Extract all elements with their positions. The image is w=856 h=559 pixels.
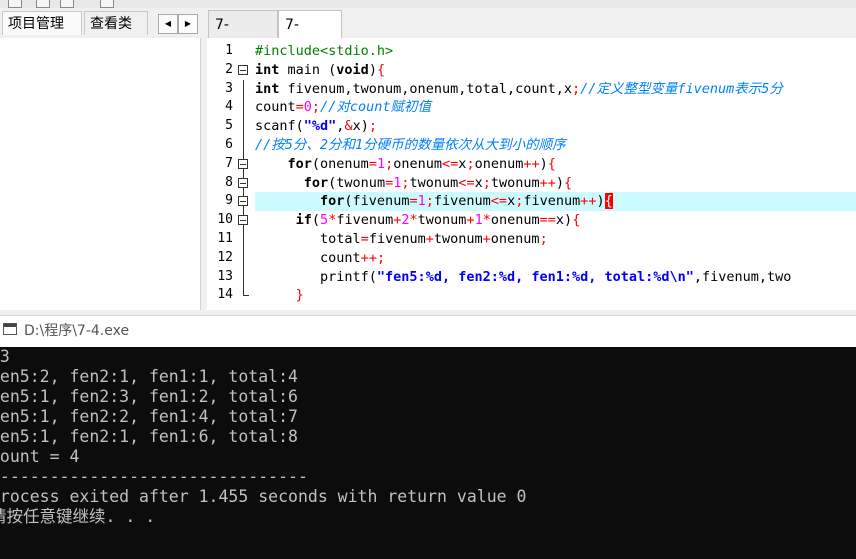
arrow-right-icon: ▶: [184, 19, 192, 28]
console-window-title: D:\程序\7-4.exe: [24, 323, 130, 339]
line-number: 6: [225, 136, 233, 152]
line-number: 4: [225, 99, 233, 115]
code-line[interactable]: }: [255, 286, 856, 305]
toolbar-button[interactable]: [36, 0, 50, 8]
code-line[interactable]: int main (void){: [255, 61, 856, 80]
code-line[interactable]: printf("fen5:%d, fen2:%d, fen1:%d, total…: [255, 268, 856, 287]
line-number: 13: [217, 268, 233, 284]
line-number-gutter: 1 2 3 4 5 6 7 8 9 10 11 12 13 14: [207, 42, 233, 305]
code-line[interactable]: //按5分、2分和1分硬币的数量依次从大到小的顺序: [255, 136, 856, 155]
console-line: fen5:1, fen2:2, fen1:4, total:7: [0, 407, 298, 426]
toolbar-button[interactable]: [100, 0, 114, 8]
console-line: fen5:2, fen2:1, fen1:1, total:4: [0, 367, 298, 386]
code-line[interactable]: int fivenum,twonum,onenum,total,count,x;…: [255, 80, 856, 99]
fold-end-icon: [234, 286, 254, 305]
console-output: 13 fen5:2, fen2:1, fen1:1, total:4 fen5:…: [0, 347, 856, 559]
code-line[interactable]: for(onenum=1;onenum<=x;onenum++){: [255, 155, 856, 174]
fold-collapse-icon[interactable]: [234, 61, 254, 80]
line-number: 11: [217, 230, 233, 246]
code-line[interactable]: count++;: [255, 249, 856, 268]
console-line: --------------------------------: [0, 467, 308, 486]
console-line: Process exited after 1.455 seconds with …: [0, 487, 527, 506]
console-line: 请按任意键继续. . .: [0, 507, 156, 526]
line-number: 7: [225, 155, 233, 171]
console-line: 13: [0, 347, 10, 366]
tab-scroll-left-button[interactable]: ◀: [158, 14, 178, 34]
fold-collapse-icon[interactable]: [234, 173, 254, 193]
fold-collapse-icon[interactable]: [234, 211, 254, 230]
line-number: 12: [217, 249, 233, 265]
fold-collapse-icon[interactable]: [234, 192, 254, 212]
line-number: 8: [225, 174, 233, 190]
line-number: 9: [225, 193, 233, 209]
code-line[interactable]: if(5*fivenum+2*twonum+1*onenum==x){: [255, 211, 856, 230]
arrow-left-icon: ◀: [164, 19, 172, 28]
code-area[interactable]: #include<stdio.h> int main (void){int fiv…: [255, 42, 856, 305]
code-line[interactable]: count=0;//对count赋初值: [255, 98, 856, 117]
line-number: 10: [217, 212, 233, 228]
line-number: 2: [225, 61, 233, 77]
code-line[interactable]: #include<stdio.h>: [255, 42, 856, 61]
tab-project-management[interactable]: 项目管理: [2, 11, 82, 35]
line-number: 3: [225, 80, 233, 96]
tab-class-view[interactable]: 查看类: [84, 11, 148, 35]
tabs-bar: 项目管理 查看类 ◀ ▶ 7--4.cpp 7-4.cpp: [0, 8, 856, 61]
toolbar-button[interactable]: [8, 0, 22, 8]
code-editor[interactable]: 1 2 3 4 5 6 7 8 9 10 11 12 13 14 #includ…: [207, 38, 856, 310]
console-window-titlebar[interactable]: D:\程序\7-4.exe: [0, 315, 856, 348]
line-number: 1: [225, 43, 233, 58]
code-line-current[interactable]: for(fivenum=1;fivenum<=x;fivenum++){: [255, 192, 856, 212]
fold-collapse-icon[interactable]: [234, 154, 254, 174]
console-line: fen5:1, fen2:1, fen1:6, total:8: [0, 427, 298, 446]
file-tab-7--4-cpp[interactable]: 7--4.cpp: [208, 10, 278, 61]
top-toolbar-strip: [0, 0, 856, 8]
code-line[interactable]: scanf("%d",&x);: [255, 117, 856, 136]
console-window-icon: [3, 323, 17, 335]
project-panel: [0, 38, 201, 310]
file-tab-7-4-cpp[interactable]: 7-4.cpp: [278, 10, 342, 61]
tab-scroll-right-button[interactable]: ▶: [178, 14, 198, 34]
console-line: fen5:1, fen2:3, fen1:2, total:6: [0, 387, 298, 406]
toolbar-button[interactable]: [60, 0, 74, 8]
line-number: 14: [217, 287, 233, 303]
console-line: count = 4: [0, 447, 80, 466]
code-line[interactable]: for(twonum=1;twonum<=x;twonum++){: [255, 174, 856, 193]
fold-gutter: [234, 42, 254, 305]
line-number: 5: [225, 118, 233, 134]
code-line[interactable]: total=fivenum+twonum+onenum;: [255, 230, 856, 249]
